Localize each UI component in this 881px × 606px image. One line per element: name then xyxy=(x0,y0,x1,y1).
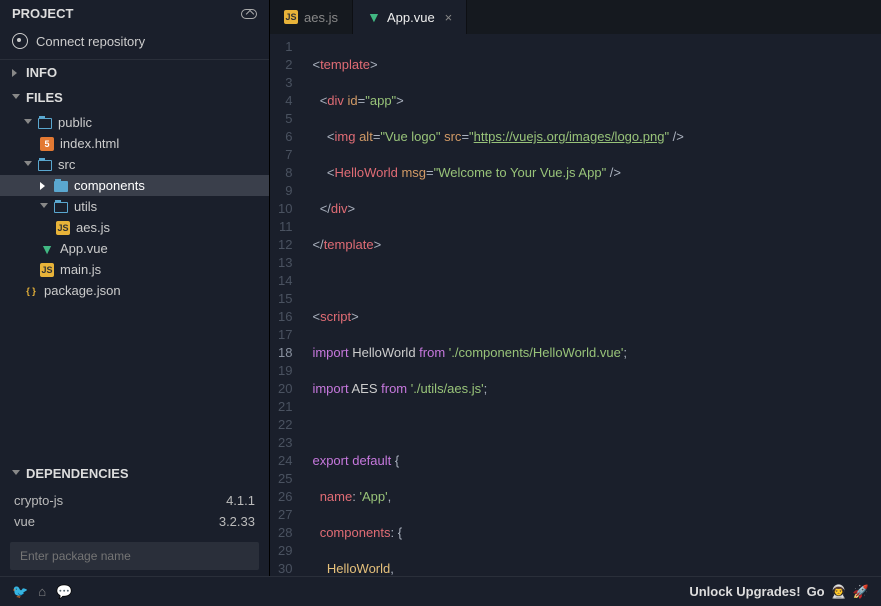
tab-app-vue[interactable]: ▼App.vue× xyxy=(353,0,467,34)
chevron-right-icon xyxy=(40,182,48,190)
code-content[interactable]: <template> <div id="app"> <img alt="Vue … xyxy=(306,34,881,576)
line-gutter: 1234567891011121314151617181920212223242… xyxy=(270,34,306,576)
chevron-right-icon xyxy=(12,69,20,77)
folder-utils[interactable]: utils xyxy=(0,196,269,217)
file-tree: public 5index.html src components utils … xyxy=(0,110,269,461)
dependency-list: crypto-js4.1.1 vue3.2.33 xyxy=(0,486,269,536)
folder-icon xyxy=(38,160,52,171)
chevron-down-icon xyxy=(24,119,32,127)
file-main-js[interactable]: JSmain.js xyxy=(0,259,269,280)
cloud-upload-icon[interactable] xyxy=(241,9,257,19)
json-icon: { } xyxy=(24,284,38,298)
connect-label: Connect repository xyxy=(36,34,145,49)
social-icons: 🐦 ⌂ 💬 xyxy=(12,584,72,600)
chevron-down-icon xyxy=(40,203,48,211)
folder-icon xyxy=(54,202,68,213)
file-index-html[interactable]: 5index.html xyxy=(0,133,269,154)
js-icon: JS xyxy=(56,221,70,235)
astronaut-icon: 👨‍🚀 xyxy=(831,584,847,600)
project-title: PROJECT xyxy=(12,6,73,21)
twitter-icon[interactable]: 🐦 xyxy=(12,584,28,600)
file-aes-js[interactable]: JSaes.js xyxy=(0,217,269,238)
section-files[interactable]: FILES xyxy=(0,85,269,110)
folder-components[interactable]: components xyxy=(0,175,269,196)
folder-public[interactable]: public xyxy=(0,112,269,133)
chevron-down-icon xyxy=(24,161,32,169)
github-icon xyxy=(12,33,28,49)
package-input[interactable] xyxy=(10,542,259,570)
sidebar: PROJECT Connect repository INFO FILES pu… xyxy=(0,0,270,576)
folder-icon xyxy=(38,118,52,129)
vue-icon: ▼ xyxy=(367,10,381,24)
project-header: PROJECT xyxy=(0,0,269,27)
js-icon: JS xyxy=(284,10,298,24)
folder-icon xyxy=(54,181,68,192)
chevron-down-icon xyxy=(12,94,20,102)
section-deps[interactable]: DEPENDENCIES xyxy=(0,461,269,486)
bottom-bar: 🐦 ⌂ 💬 Unlock Upgrades! Go 👨‍🚀 🚀 xyxy=(0,576,881,606)
file-package-json[interactable]: { }package.json xyxy=(0,280,269,301)
vue-icon: ▼ xyxy=(40,242,54,256)
tab-bar: JSaes.js ▼App.vue× xyxy=(270,0,881,34)
editor: JSaes.js ▼App.vue× 123456789101112131415… xyxy=(270,0,881,576)
github-icon[interactable]: ⌂ xyxy=(38,584,46,600)
file-app-vue[interactable]: ▼App.vue xyxy=(0,238,269,259)
close-icon[interactable]: × xyxy=(445,10,453,25)
chat-icon[interactable]: 💬 xyxy=(56,584,72,600)
section-info[interactable]: INFO xyxy=(0,60,269,85)
dep-crypto-js[interactable]: crypto-js4.1.1 xyxy=(0,490,269,511)
rocket-icon: 🚀 xyxy=(853,584,869,600)
tab-aes-js[interactable]: JSaes.js xyxy=(270,0,353,34)
code-area[interactable]: 1234567891011121314151617181920212223242… xyxy=(270,34,881,576)
connect-repo[interactable]: Connect repository xyxy=(0,27,269,60)
folder-src[interactable]: src xyxy=(0,154,269,175)
upgrade-prompt[interactable]: Unlock Upgrades! Go 👨‍🚀 🚀 xyxy=(689,584,869,600)
chevron-down-icon xyxy=(12,470,20,478)
dep-vue[interactable]: vue3.2.33 xyxy=(0,511,269,532)
html-icon: 5 xyxy=(40,137,54,151)
js-icon: JS xyxy=(40,263,54,277)
